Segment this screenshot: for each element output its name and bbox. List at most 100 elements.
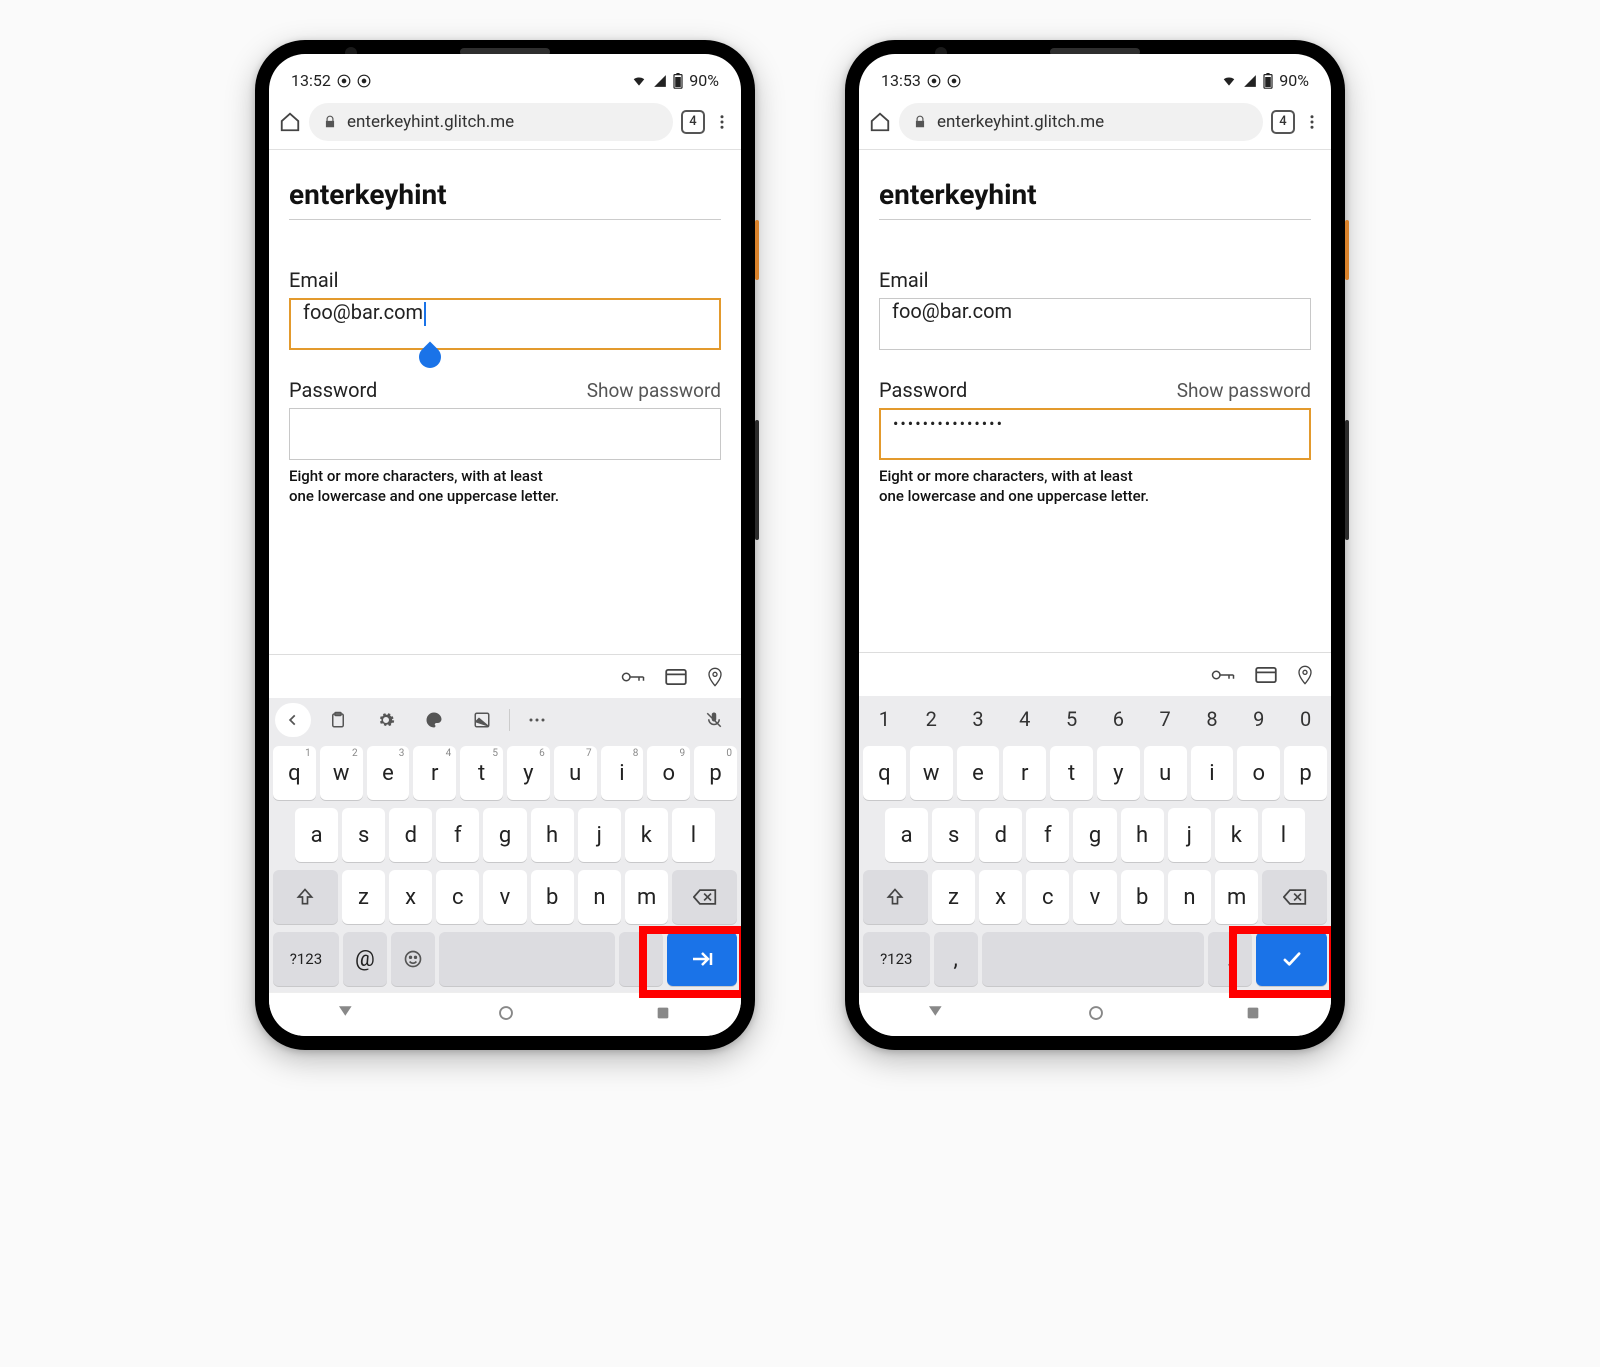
more-icon[interactable] bbox=[713, 113, 731, 131]
key-i[interactable]: i8 bbox=[601, 746, 644, 800]
emoji-key[interactable] bbox=[391, 932, 435, 986]
mic-off-icon[interactable] bbox=[693, 703, 735, 737]
key-w[interactable]: w2 bbox=[320, 746, 363, 800]
space-key[interactable] bbox=[439, 932, 615, 986]
url-omnibox[interactable]: enterkeyhint.glitch.me bbox=[309, 103, 673, 141]
password-field[interactable] bbox=[289, 408, 721, 460]
numkey-3[interactable]: 3 bbox=[957, 698, 1000, 740]
key-m[interactable]: m bbox=[1215, 870, 1258, 924]
key-icon[interactable] bbox=[1211, 667, 1235, 683]
key-s[interactable]: s bbox=[932, 808, 975, 862]
key-icon[interactable] bbox=[621, 669, 645, 685]
key-g[interactable]: g bbox=[483, 808, 526, 862]
numkey-9[interactable]: 9 bbox=[1237, 698, 1280, 740]
key-o[interactable]: o9 bbox=[647, 746, 690, 800]
key-q[interactable]: q bbox=[863, 746, 906, 800]
key-m[interactable]: m bbox=[625, 870, 668, 924]
numkey-0[interactable]: 0 bbox=[1284, 698, 1327, 740]
show-password-link[interactable]: Show password bbox=[587, 379, 721, 402]
tab-count[interactable]: 4 bbox=[1271, 110, 1295, 134]
numkey-4[interactable]: 4 bbox=[1003, 698, 1046, 740]
shift-key[interactable] bbox=[273, 870, 338, 924]
numkey-1[interactable]: 1 bbox=[863, 698, 906, 740]
symbols-key[interactable]: ?123 bbox=[863, 932, 930, 986]
sticker-icon[interactable] bbox=[461, 703, 503, 737]
location-icon[interactable] bbox=[707, 667, 723, 687]
card-icon[interactable] bbox=[665, 669, 687, 685]
key-e[interactable]: e bbox=[957, 746, 1000, 800]
key-g[interactable]: g bbox=[1073, 808, 1116, 862]
key-u[interactable]: u bbox=[1144, 746, 1187, 800]
card-icon[interactable] bbox=[1255, 667, 1277, 683]
period-key[interactable]: . bbox=[619, 932, 663, 986]
recents-icon[interactable] bbox=[655, 1005, 671, 1025]
tab-count[interactable]: 4 bbox=[681, 110, 705, 134]
key-a[interactable]: a bbox=[295, 808, 338, 862]
back-icon[interactable] bbox=[339, 1005, 357, 1024]
back-icon[interactable] bbox=[929, 1005, 947, 1024]
key-n[interactable]: n bbox=[1168, 870, 1211, 924]
key-l[interactable]: l bbox=[672, 808, 715, 862]
key-q[interactable]: q1 bbox=[273, 746, 316, 800]
numkey-7[interactable]: 7 bbox=[1144, 698, 1187, 740]
key-b[interactable]: b bbox=[531, 870, 574, 924]
key-j[interactable]: j bbox=[1168, 808, 1211, 862]
key-u[interactable]: u7 bbox=[554, 746, 597, 800]
email-field[interactable]: foo@bar.com bbox=[879, 298, 1311, 350]
numkey-5[interactable]: 5 bbox=[1050, 698, 1093, 740]
key-w[interactable]: w bbox=[910, 746, 953, 800]
key-p[interactable]: p bbox=[1284, 746, 1327, 800]
key-h[interactable]: h bbox=[1121, 808, 1164, 862]
key-r[interactable]: r bbox=[1003, 746, 1046, 800]
location-icon[interactable] bbox=[1297, 665, 1313, 685]
key-n[interactable]: n bbox=[578, 870, 621, 924]
key-e[interactable]: e3 bbox=[367, 746, 410, 800]
key-x[interactable]: x bbox=[979, 870, 1022, 924]
key-b[interactable]: b bbox=[1121, 870, 1164, 924]
at-key[interactable]: @ bbox=[343, 932, 387, 986]
key-d[interactable]: d bbox=[389, 808, 432, 862]
comma-key[interactable]: , bbox=[934, 932, 978, 986]
key-p[interactable]: p0 bbox=[694, 746, 737, 800]
key-h[interactable]: h bbox=[531, 808, 574, 862]
gear-icon[interactable] bbox=[365, 703, 407, 737]
key-o[interactable]: o bbox=[1237, 746, 1280, 800]
key-a[interactable]: a bbox=[885, 808, 928, 862]
password-field[interactable]: ••••••••••••••• bbox=[879, 408, 1311, 460]
url-omnibox[interactable]: enterkeyhint.glitch.me bbox=[899, 103, 1263, 141]
key-v[interactable]: v bbox=[483, 870, 526, 924]
more-icon[interactable] bbox=[1303, 113, 1321, 131]
key-j[interactable]: j bbox=[578, 808, 621, 862]
numkey-6[interactable]: 6 bbox=[1097, 698, 1140, 740]
key-z[interactable]: z bbox=[932, 870, 975, 924]
key-k[interactable]: k bbox=[1215, 808, 1258, 862]
key-r[interactable]: r4 bbox=[413, 746, 456, 800]
backspace-key[interactable] bbox=[1262, 870, 1327, 924]
key-d[interactable]: d bbox=[979, 808, 1022, 862]
key-f[interactable]: f bbox=[436, 808, 479, 862]
key-l[interactable]: l bbox=[1262, 808, 1305, 862]
period-key[interactable]: . bbox=[1208, 932, 1252, 986]
key-y[interactable]: y bbox=[1097, 746, 1140, 800]
symbols-key[interactable]: ?123 bbox=[273, 932, 339, 986]
home-icon[interactable] bbox=[279, 111, 301, 133]
show-password-link[interactable]: Show password bbox=[1177, 379, 1311, 402]
caret-handle-icon[interactable] bbox=[414, 341, 445, 372]
home-icon[interactable] bbox=[1087, 1004, 1105, 1026]
chevron-left-icon[interactable] bbox=[275, 703, 311, 737]
key-v[interactable]: v bbox=[1073, 870, 1116, 924]
email-field[interactable]: foo@bar.com bbox=[289, 298, 721, 350]
numkey-8[interactable]: 8 bbox=[1191, 698, 1234, 740]
space-key[interactable] bbox=[982, 932, 1204, 986]
enter-key-done[interactable] bbox=[1256, 932, 1327, 986]
key-z[interactable]: z bbox=[342, 870, 385, 924]
key-c[interactable]: c bbox=[436, 870, 479, 924]
numkey-2[interactable]: 2 bbox=[910, 698, 953, 740]
enter-key-next[interactable] bbox=[667, 932, 737, 986]
key-x[interactable]: x bbox=[389, 870, 432, 924]
home-icon[interactable] bbox=[497, 1004, 515, 1026]
key-t[interactable]: t5 bbox=[460, 746, 503, 800]
more-icon[interactable] bbox=[516, 703, 558, 737]
palette-icon[interactable] bbox=[413, 703, 455, 737]
home-icon[interactable] bbox=[869, 111, 891, 133]
